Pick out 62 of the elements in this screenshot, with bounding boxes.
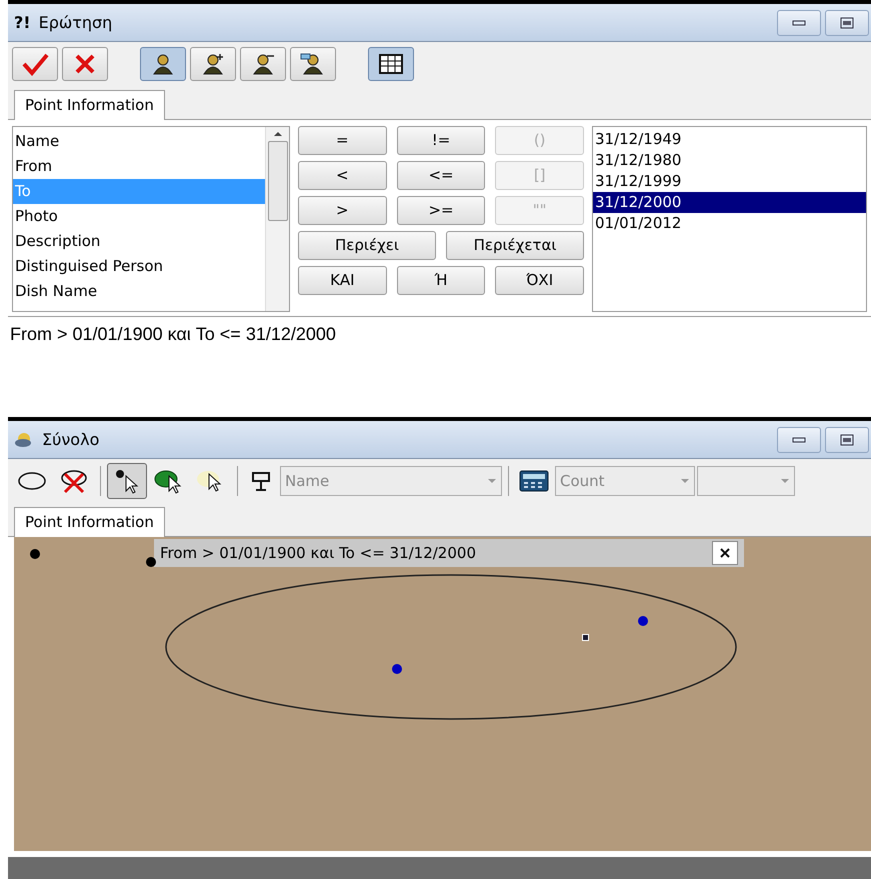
minimize-icon [792, 20, 806, 26]
check-icon [21, 52, 49, 76]
field-item[interactable]: From [13, 154, 265, 179]
caret-icon [680, 478, 690, 484]
caret-icon [780, 478, 790, 484]
field-item[interactable]: Photo [13, 204, 265, 229]
operator-button[interactable]: Περιέχει [298, 231, 436, 260]
window-icon [840, 434, 854, 446]
tab[interactable]: Point Information [14, 507, 165, 537]
tool-button[interactable] [107, 463, 147, 499]
value-item[interactable]: 31/12/1980 [593, 150, 866, 171]
figure-plus-icon [200, 52, 226, 76]
operator-button[interactable]: > [298, 196, 387, 225]
field-item[interactable]: Name [13, 129, 265, 154]
minimize-button[interactable] [777, 426, 821, 452]
clear-selection-icon [59, 468, 89, 494]
window-icon [840, 16, 854, 28]
operator-button[interactable]: Περιέχεται [446, 231, 584, 260]
minimize-icon [792, 436, 806, 442]
value-item[interactable]: 31/12/1949 [593, 129, 866, 150]
operator-button[interactable]: != [396, 126, 486, 155]
maximize-button[interactable] [825, 10, 869, 36]
dropdown-value: Count [560, 470, 605, 492]
toolbar-button[interactable] [140, 47, 186, 81]
value-item[interactable]: 31/12/2000 [593, 192, 866, 213]
window-title: Σύνολο [42, 428, 100, 450]
query-label: From > 01/01/1900 και To <= 31/12/2000 [160, 542, 476, 564]
figure-minus-icon [250, 52, 276, 76]
window-title: Ερώτηση [38, 12, 112, 34]
scrollbar[interactable] [265, 127, 289, 311]
caret-icon [487, 478, 497, 484]
value-item[interactable]: 01/01/2012 [593, 213, 866, 234]
operator-button[interactable]: < [298, 161, 387, 190]
ellipse-icon [17, 471, 47, 491]
toolbar-button[interactable] [190, 47, 236, 81]
maximize-button[interactable] [825, 426, 869, 452]
operator-button[interactable]: Ή [396, 266, 486, 295]
tab[interactable]: Point Information [14, 90, 165, 120]
cloud-icon [14, 432, 34, 448]
operator-button[interactable]: >= [396, 196, 486, 225]
scroll-up-icon [272, 131, 282, 137]
operator-button[interactable]: = [298, 126, 387, 155]
point-marker[interactable] [582, 634, 589, 641]
operator-button[interactable]: ΌΧΙ [495, 266, 584, 295]
field-item[interactable]: Distinguised Person [13, 254, 265, 279]
title-icon-text: ?! [14, 12, 31, 34]
operator-button[interactable]: ΚΑΙ [298, 266, 387, 295]
dropdown-value: Name [285, 470, 330, 492]
operator-button[interactable]: <= [396, 161, 486, 190]
table-icon [379, 54, 403, 74]
toolbar-button[interactable] [240, 47, 286, 81]
field-item[interactable]: Dish Name [13, 279, 265, 304]
toolbar-button[interactable] [290, 47, 336, 81]
close-icon [719, 547, 731, 559]
close-icon [73, 52, 97, 76]
close-button[interactable] [712, 541, 738, 565]
toolbar-button[interactable] [368, 47, 414, 81]
field-item[interactable]: Description [13, 229, 265, 254]
calculator-icon [519, 470, 549, 492]
value-item[interactable]: 31/12/1999 [593, 171, 866, 192]
expression-text: From > 01/01/1900 και To <= 31/12/2000 [9, 323, 337, 346]
minimize-button[interactable] [777, 10, 821, 36]
